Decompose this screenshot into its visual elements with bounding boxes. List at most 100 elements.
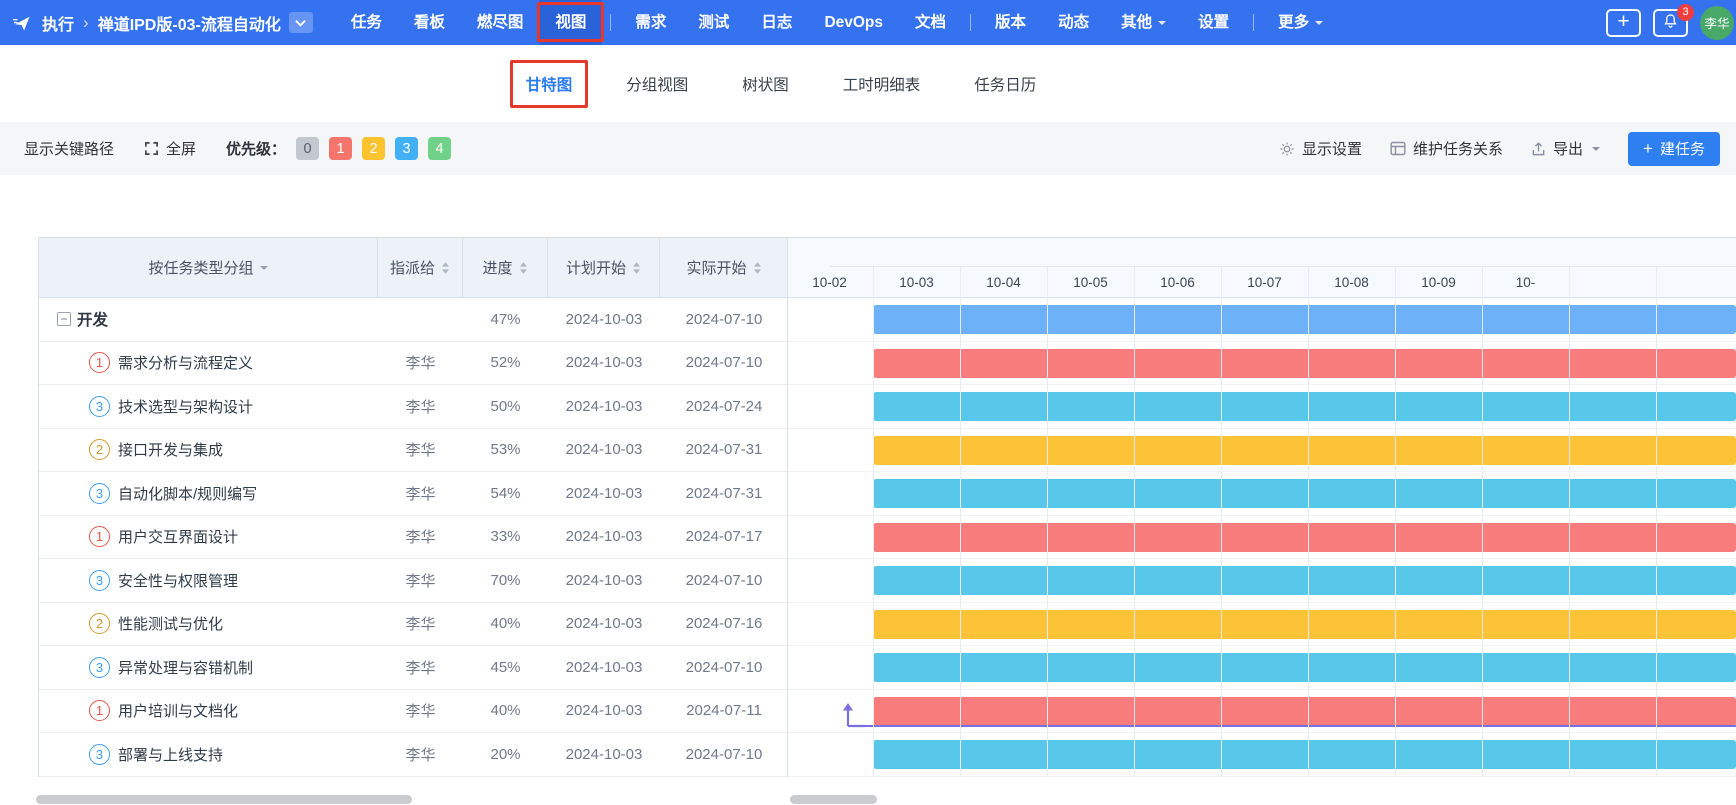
nav-item-label: 需求 (635, 14, 667, 31)
assignee-cell: 李华 (405, 703, 436, 721)
nav-item-燃尽图[interactable]: 燃尽图 (461, 0, 540, 45)
gantt-bar-task[interactable] (873, 479, 1736, 508)
tab-工时明细表[interactable]: 工时明细表 (816, 73, 948, 95)
priority-badge-4[interactable]: 4 (428, 137, 452, 160)
table-row[interactable]: 1 用户培训与文档化 李华 40% 2024-10-03 2024-07-11 (39, 689, 787, 733)
table-row[interactable]: 2 性能测试与优化 李华 40% 2024-10-03 2024-07-16 (39, 602, 787, 646)
gantt-bar-group[interactable] (873, 305, 1736, 334)
project-switcher-chevron-icon[interactable] (288, 12, 313, 33)
task-name[interactable]: 需求分析与流程定义 (118, 352, 253, 373)
table-row[interactable]: 3 异常处理与容错机制 李华 45% 2024-10-03 2024-07-10 (39, 646, 787, 690)
gantt-row (788, 429, 1736, 472)
column-header-指派给[interactable]: 指派给 (378, 238, 463, 297)
task-name-cell: 2 性能测试与优化 (39, 603, 378, 646)
nav-item-任务[interactable]: 任务 (335, 0, 398, 45)
nav-divider (1253, 14, 1255, 31)
tab-树状图[interactable]: 树状图 (715, 73, 816, 95)
task-name[interactable]: 异常处理与容错机制 (118, 657, 253, 678)
priority-badge-1[interactable]: 1 (329, 137, 353, 160)
nav-item-测试[interactable]: 测试 (682, 0, 745, 45)
table-row[interactable]: − 开发 47% 2024-10-03 2024-07-10 (39, 298, 787, 342)
table-row[interactable]: 3 部署与上线支持 李华 20% 2024-10-03 2024-07-10 (39, 733, 787, 777)
nav-item-需求[interactable]: 需求 (619, 0, 682, 45)
gantt-bar-task[interactable] (873, 435, 1736, 465)
priority-badge-3[interactable]: 3 (395, 137, 419, 160)
nav-item-看板[interactable]: 看板 (398, 0, 461, 45)
task-name[interactable]: 技术选型与架构设计 (118, 396, 253, 417)
column-header-label: 实际开始 (686, 260, 747, 277)
table-row[interactable]: 1 用户交互界面设计 李华 33% 2024-10-03 2024-07-17 (39, 515, 787, 559)
create-task-button[interactable]: + 建任务 (1628, 131, 1720, 166)
task-name[interactable]: 用户交互界面设计 (118, 526, 238, 547)
avatar[interactable]: 李华 (1700, 5, 1734, 40)
gantt-bar-task[interactable] (873, 653, 1736, 682)
task-name[interactable]: 接口开发与集成 (118, 439, 223, 460)
actual-start-cell: 2024-07-11 (686, 702, 762, 720)
table-row[interactable]: 3 安全性与权限管理 李华 70% 2024-10-03 2024-07-10 (39, 559, 787, 603)
column-header-计划开始[interactable]: 计划开始 (548, 238, 660, 297)
fullscreen-button[interactable]: 全屏 (144, 138, 196, 159)
column-header-进度[interactable]: 进度 (463, 238, 548, 297)
gantt-bar-task[interactable] (873, 566, 1736, 595)
nav-item-日志[interactable]: 日志 (745, 0, 808, 45)
gantt-bar-task[interactable] (873, 609, 1736, 639)
column-header-group-by[interactable]: 按任务类型分组 (39, 238, 378, 297)
gantt-row (788, 603, 1736, 646)
export-button[interactable]: 导出 (1531, 138, 1601, 159)
display-settings-button[interactable]: 显示设置 (1279, 138, 1362, 159)
timeline-gridline (1134, 267, 1135, 298)
gantt-bar-task[interactable] (873, 740, 1736, 769)
show-critical-path-toggle[interactable]: 显示关键路径 (24, 138, 114, 159)
table-horizontal-scrollbar[interactable] (36, 795, 412, 804)
priority-circle-3: 3 (89, 395, 110, 417)
nav-item-更多[interactable]: 更多 (1262, 0, 1339, 45)
progress-cell: 54% (490, 484, 521, 502)
maintain-relations-button[interactable]: 维护任务关系 (1390, 138, 1503, 159)
nav-menu: 任务 看板 燃尽图 视图 需求 测试 日志 DevOps 文档 版本 动态 其他 设置 更多 (335, 0, 1339, 45)
table-row[interactable]: 3 技术选型与架构设计 李华 50% 2024-10-03 2024-07-24 (39, 385, 787, 429)
progress-cell: 20% (490, 745, 521, 763)
task-name[interactable]: 部署与上线支持 (118, 744, 223, 765)
nav-item-其他[interactable]: 其他 (1105, 0, 1182, 45)
nav-item-文档[interactable]: 文档 (899, 0, 962, 45)
plan-start-cell: 2024-10-03 (565, 441, 643, 459)
breadcrumb-project[interactable]: 禅道IPD版-03-流程自动化 (98, 11, 281, 35)
breadcrumb-section[interactable]: 执行 (42, 11, 74, 35)
gantt-horizontal-scrollbar[interactable] (790, 795, 877, 804)
global-create-button[interactable]: + (1606, 8, 1641, 37)
top-navbar: 执行 › 禅道IPD版-03-流程自动化 任务 看板 燃尽图 视图 需求 测试 日志 DevO… (0, 0, 1736, 45)
gantt-bar-task[interactable] (873, 696, 1736, 726)
priority-badge-2[interactable]: 2 (362, 137, 386, 160)
timeline-date-10-: 10- (1515, 275, 1536, 290)
tab-任务日历[interactable]: 任务日历 (947, 73, 1063, 95)
gantt-bar-task[interactable] (873, 522, 1736, 552)
task-name[interactable]: 用户培训与文档化 (118, 700, 238, 721)
table-row[interactable]: 2 接口开发与集成 李华 53% 2024-10-03 2024-07-31 (39, 428, 787, 472)
nav-item-DevOps[interactable]: DevOps (808, 0, 899, 45)
task-name[interactable]: 自动化脚本/规则编写 (118, 483, 257, 504)
task-name-cell: 3 部署与上线支持 (39, 733, 378, 776)
gantt-bar-task[interactable] (873, 392, 1736, 421)
priority-filter-group: 优先级： 01234 (226, 137, 452, 160)
nav-item-设置[interactable]: 设置 (1182, 0, 1245, 45)
nav-item-视图[interactable]: 视图 (539, 0, 603, 45)
tab-甘特图[interactable]: 甘特图 (499, 73, 600, 95)
column-header-实际开始[interactable]: 实际开始 (660, 238, 788, 297)
nav-item-动态[interactable]: 动态 (1042, 0, 1105, 45)
table-row[interactable]: 3 自动化脚本/规则编写 李华 54% 2024-10-03 2024-07-31 (39, 472, 787, 516)
nav-item-label: 文档 (915, 14, 947, 31)
task-name[interactable]: 安全性与权限管理 (118, 570, 238, 591)
timeline-gridline (1569, 267, 1570, 298)
nav-item-版本[interactable]: 版本 (979, 0, 1042, 45)
execution-rocket-icon[interactable] (12, 13, 32, 33)
table-row[interactable]: 1 需求分析与流程定义 李华 52% 2024-10-03 2024-07-10 (39, 341, 787, 385)
priority-badge-0[interactable]: 0 (296, 137, 320, 160)
priority-badges: 01234 (296, 137, 452, 160)
collapse-toggle-icon[interactable]: − (57, 312, 71, 327)
timeline-date-10-08: 10-08 (1334, 275, 1369, 290)
chevron-down-icon (259, 265, 268, 274)
tab-分组视图[interactable]: 分组视图 (599, 73, 715, 95)
gantt-bar-task[interactable] (873, 348, 1736, 378)
notifications-button[interactable]: 3 (1653, 3, 1694, 37)
task-name[interactable]: 性能测试与优化 (118, 613, 223, 634)
